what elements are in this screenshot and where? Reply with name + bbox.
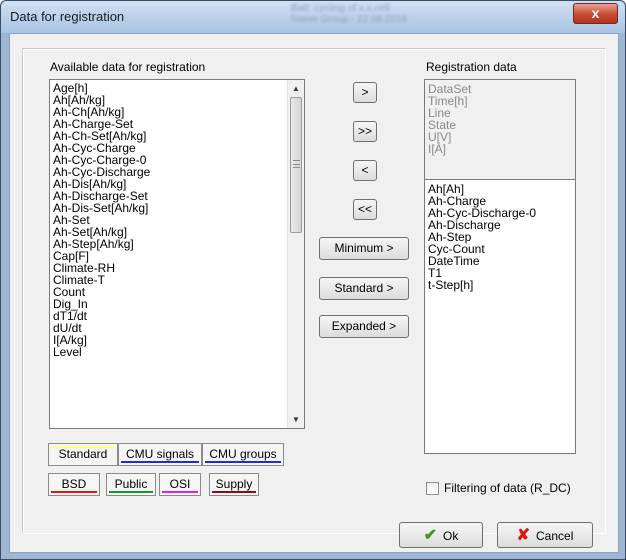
cancel-x-icon: ✘ <box>516 526 531 544</box>
registration-group: Available data for registration Age[h] Ah… <box>22 48 606 548</box>
tab-cmu-signals-color <box>121 461 199 463</box>
tab-supply-label: Supply <box>215 477 253 491</box>
cancel-label: Cancel <box>536 528 574 543</box>
tab-bsd[interactable]: BSD <box>48 473 100 496</box>
available-list-item[interactable]: I[A/kg] <box>50 334 304 346</box>
fixed-items: DataSet Time[h] Line State U[V] I[A] <box>425 80 575 155</box>
fixed-registration-list: DataSet Time[h] Line State U[V] I[A] <box>424 79 576 179</box>
dialog-window: Data for registration Batt: cycling of x… <box>0 0 626 560</box>
remove-selected-button[interactable]: < <box>353 160 377 181</box>
fixed-registration-item[interactable]: U[V] <box>425 131 575 143</box>
available-data-list[interactable]: Age[h] Ah[Ah/kg] Ah-Ch[Ah/kg] Ah-Charge-Set… <box>49 79 305 429</box>
tab-osi-color <box>162 491 198 493</box>
scroll-up-icon[interactable]: ▲ <box>288 80 304 97</box>
registration-data-label: Registration data <box>426 60 517 74</box>
scroll-down-icon[interactable]: ▼ <box>288 411 304 428</box>
tab-standard[interactable]: Standard <box>48 443 118 466</box>
minimum-button[interactable]: Minimum > <box>319 237 409 260</box>
scroll-grip-icon <box>293 160 300 168</box>
standard-button[interactable]: Standard > <box>319 277 409 300</box>
tab-supply[interactable]: Supply <box>209 473 259 496</box>
registration-data-list[interactable]: Ah[Ah] Ah-Charge Ah-Cyc-Discharge-0 Ah-Disc… <box>424 179 576 454</box>
tab-cmu-groups-color <box>205 461 281 463</box>
tab-standard-label: Standard <box>58 447 108 461</box>
registration-list-item[interactable]: DateTime <box>425 255 575 267</box>
tab-bsd-label: BSD <box>61 477 87 491</box>
registration-items: Ah[Ah] Ah-Charge Ah-Cyc-Discharge-0 Ah-Disc… <box>425 180 575 291</box>
filter-checkbox[interactable] <box>426 482 439 495</box>
tab-public-label: Public <box>114 477 148 491</box>
tab-public-color <box>109 491 153 493</box>
title-bar[interactable]: Data for registration Batt: cycling of x… <box>1 1 625 33</box>
blurred-title-info: Batt: cycling of x.x.cell Name Group - 2… <box>291 3 408 25</box>
registration-list-item[interactable]: t-Step[h] <box>425 279 575 291</box>
add-all-button[interactable]: >> <box>353 121 377 142</box>
available-list-item[interactable]: dT1/dt <box>50 310 304 322</box>
tab-public[interactable]: Public <box>106 473 156 496</box>
available-list-item[interactable]: Count <box>50 286 304 298</box>
scroll-thumb[interactable] <box>290 97 302 233</box>
tab-bsd-color <box>51 491 97 493</box>
available-list-item[interactable]: Dig_In <box>50 298 304 310</box>
tab-cmu-signals[interactable]: CMU signals <box>118 443 202 466</box>
available-items: Age[h] Ah[Ah/kg] Ah-Ch[Ah/kg] Ah-Charge-Set… <box>50 80 304 358</box>
dialog-client: Available data for registration Age[h] Ah… <box>9 33 619 553</box>
tab-standard-color <box>51 446 115 448</box>
close-icon: x <box>591 5 600 21</box>
cancel-button[interactable]: ✘ Cancel <box>497 522 593 548</box>
available-list-scrollbar[interactable]: ▲ ▼ <box>287 80 304 428</box>
tab-cmu-groups-label: CMU groups <box>209 447 277 461</box>
tab-osi[interactable]: OSI <box>159 473 201 496</box>
add-selected-button[interactable]: > <box>353 82 377 103</box>
tab-supply-color <box>212 491 256 493</box>
checkmark-icon: ✔ <box>423 526 438 544</box>
filter-label: Filtering of data (R_DC) <box>444 481 571 495</box>
fixed-registration-item[interactable]: I[A] <box>425 143 575 155</box>
available-list-item[interactable]: dU/dt <box>50 322 304 334</box>
available-list-item[interactable]: Climate-T <box>50 274 304 286</box>
tab-osi-label: OSI <box>169 477 191 491</box>
ok-label: Ok <box>443 528 459 543</box>
tab-cmu-signals-label: CMU signals <box>125 447 194 461</box>
remove-all-button[interactable]: << <box>353 199 377 220</box>
ok-button[interactable]: ✔ Ok <box>399 522 483 548</box>
close-button[interactable]: x <box>573 3 618 24</box>
window-title: Data for registration <box>10 9 125 24</box>
available-list-item[interactable]: Level <box>50 346 304 358</box>
available-data-label: Available data for registration <box>50 60 206 74</box>
tab-cmu-groups[interactable]: CMU groups <box>202 443 284 466</box>
expanded-button[interactable]: Expanded > <box>319 315 409 338</box>
